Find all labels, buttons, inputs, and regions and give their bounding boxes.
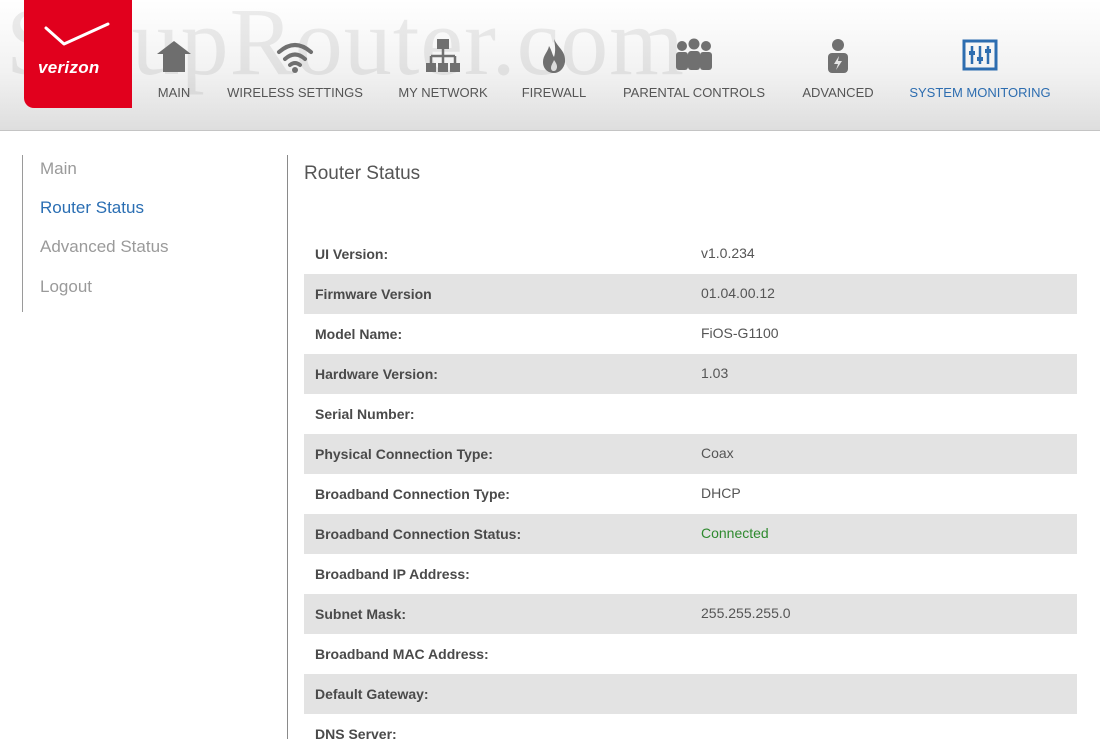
table-row: Broadband MAC Address: — [304, 634, 1077, 674]
row-label: Broadband MAC Address: — [315, 646, 489, 662]
flame-icon — [543, 39, 566, 73]
table-row: Broadband IP Address: — [304, 554, 1077, 594]
nav-my-network[interactable]: MY NETWORK — [394, 36, 492, 100]
nav-label: PARENTAL CONTROLS — [622, 85, 766, 100]
row-value: 01.04.00.12 — [701, 285, 775, 301]
content-divider — [287, 155, 288, 739]
nav-label: MY NETWORK — [398, 85, 488, 100]
row-label: Physical Connection Type: — [315, 446, 493, 462]
sidebar-item-logout[interactable]: Logout — [40, 277, 92, 297]
checkmark-icon — [44, 22, 110, 46]
verizon-logo[interactable]: verizon — [24, 0, 132, 108]
sidebar-item-advanced-status[interactable]: Advanced Status — [40, 237, 169, 257]
wifi-icon — [277, 43, 313, 73]
nav-label: FIREWALL — [521, 85, 587, 100]
table-row: Default Gateway: — [304, 674, 1077, 714]
table-row: UI Version: v1.0.234 — [304, 234, 1077, 274]
logo-text: verizon — [38, 58, 100, 77]
row-label: Hardware Version: — [315, 366, 438, 382]
table-row: Broadband Connection Status: Connected — [304, 514, 1077, 554]
row-label: Subnet Mask: — [315, 606, 407, 622]
monitor-icon — [962, 39, 998, 71]
sidebar-item-main[interactable]: Main — [40, 159, 77, 179]
nav-firewall[interactable]: FIREWALL — [518, 36, 590, 100]
row-label: Broadband IP Address: — [315, 566, 470, 582]
home-icon — [157, 41, 191, 72]
row-value: v1.0.234 — [701, 245, 755, 261]
row-value: FiOS-G1100 — [701, 325, 779, 341]
nav-advanced[interactable]: ADVANCED — [799, 36, 877, 100]
top-header: SetupRouter.com verizon MAIN WIRELESS SE… — [0, 0, 1100, 131]
nav-label: MAIN — [157, 85, 191, 100]
table-row: Model Name: FiOS-G1100 — [304, 314, 1077, 354]
row-label: UI Version: — [315, 246, 389, 262]
row-label: Broadband Connection Type: — [315, 486, 510, 502]
nav-wireless-settings[interactable]: WIRELESS SETTINGS — [224, 36, 366, 100]
connection-status-value: Connected — [701, 525, 769, 541]
table-row: Broadband Connection Type: DHCP — [304, 474, 1077, 514]
row-label: Broadband Connection Status: — [315, 526, 522, 542]
table-row: Hardware Version: 1.03 — [304, 354, 1077, 394]
row-label: Default Gateway: — [315, 686, 429, 702]
row-value: DHCP — [701, 485, 741, 501]
nav-parental-controls[interactable]: PARENTAL CONTROLS — [618, 36, 770, 100]
table-row: Subnet Mask: 255.255.255.0 — [304, 594, 1077, 634]
table-row: Firmware Version 01.04.00.12 — [304, 274, 1077, 314]
nav-system-monitoring[interactable]: SYSTEM MONITORING — [905, 36, 1055, 100]
nav-label: SYSTEM MONITORING — [909, 85, 1051, 100]
nav-label: WIRELESS SETTINGS — [227, 85, 363, 100]
sidebar: Main Router Status Advanced Status Logou… — [22, 155, 263, 312]
family-icon — [676, 38, 712, 70]
nav-label: ADVANCED — [802, 85, 874, 100]
table-row: Physical Connection Type: Coax — [304, 434, 1077, 474]
row-value: Coax — [701, 445, 734, 461]
nav-main[interactable]: MAIN — [150, 36, 198, 100]
row-value: 1.03 — [701, 365, 729, 381]
row-label: Model Name: — [315, 326, 403, 342]
network-icon — [426, 39, 460, 72]
row-label: Firmware Version — [315, 286, 432, 302]
row-label: DNS Server: — [315, 726, 397, 742]
row-label: Serial Number: — [315, 406, 415, 422]
row-value: 255.255.255.0 — [701, 605, 791, 621]
user-settings-icon — [828, 39, 848, 73]
sidebar-item-router-status[interactable]: Router Status — [40, 198, 144, 218]
table-row: DNS Server: — [304, 714, 1077, 742]
table-row: Serial Number: — [304, 394, 1077, 434]
page-title: Router Status — [304, 163, 421, 184]
